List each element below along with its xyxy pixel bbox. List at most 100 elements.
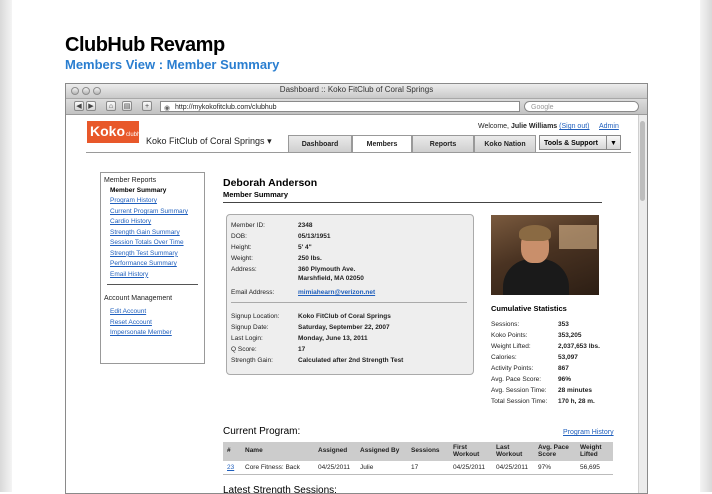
forward-icon[interactable]: ▶ xyxy=(86,101,96,111)
col-header: Name xyxy=(245,447,263,454)
field-value: 05/13/1951 xyxy=(298,233,331,240)
admin-link[interactable]: Admin xyxy=(599,123,619,130)
field-label: Signup Location: xyxy=(231,313,280,320)
stat-value: 170 h, 28 m. xyxy=(558,398,595,405)
browser-titlebar: Dashboard :: Koko FitClub of Coral Sprin… xyxy=(66,84,647,99)
tab-divider xyxy=(86,152,631,153)
field-label: Height: xyxy=(231,244,252,251)
field-last-login: Last Login: Monday, June 13, 2011 xyxy=(231,335,368,342)
stat-value: 353,205 xyxy=(558,332,582,339)
document-title: ClubHub Revamp xyxy=(65,34,225,56)
field-dob: DOB: 05/13/1951 xyxy=(231,233,331,240)
table-cell: Julie xyxy=(360,464,374,471)
tab-dashboard[interactable]: Dashboard xyxy=(288,135,352,152)
field-strength-gain: Strength Gain: Calculated after 2nd Stren… xyxy=(231,357,403,364)
sidebar: Member Reports Member Summary Program Hi… xyxy=(100,172,205,364)
tab-members[interactable]: Members xyxy=(352,135,412,153)
table-cell: 97% xyxy=(538,464,552,471)
url-bar[interactable]: ◉ http://mykokofitclub.com/clubhub xyxy=(160,101,520,112)
sidebar-item-member-summary[interactable]: Member Summary xyxy=(110,187,204,194)
stat-label: Avg. Pace Score: xyxy=(491,376,542,383)
sidebar-divider xyxy=(107,284,198,286)
document-subtitle: Members View : Member Summary xyxy=(65,57,280,72)
sign-out-link[interactable]: (Sign out) xyxy=(559,123,589,130)
col-header: Assigned By xyxy=(360,447,400,454)
window-title: Dashboard :: Koko FitClub of Coral Sprin… xyxy=(279,85,434,94)
browser-toolbar: ◀ ▶ ⌂ ▤ + ◉ http://mykokofitclub.com/clu… xyxy=(66,99,647,115)
program-history-link[interactable]: Program History xyxy=(563,429,614,436)
caret-down-icon: ▾ xyxy=(267,136,272,146)
sidebar-item-cardio-history[interactable]: Cardio History xyxy=(110,218,204,225)
club-selector[interactable]: Koko FitClub of Coral Springs ▾ xyxy=(146,136,272,147)
tools-support-dropdown[interactable]: Tools & Support ▼ xyxy=(539,135,621,150)
field-label: Signup Date: xyxy=(231,324,269,331)
field-weight: Weight: 250 lbs. xyxy=(231,255,322,262)
field-label: Last Login: xyxy=(231,335,263,342)
field-label: Q Score: xyxy=(231,346,257,353)
latest-strength-sessions-title: Latest Strength Sessions: xyxy=(223,485,337,494)
current-program-table: # Name Assigned Assigned By Sessions Fir… xyxy=(223,442,613,475)
stat-avg-session-time: Avg. Session Time: 28 minutes xyxy=(491,387,592,394)
sidebar-item-session-totals[interactable]: Session Totals Over Time xyxy=(110,239,204,246)
tab-reports[interactable]: Reports xyxy=(412,135,474,152)
sidebar-item-edit-account[interactable]: Edit Account xyxy=(110,308,204,315)
sidebar-item-reset-account[interactable]: Reset Account xyxy=(110,319,204,326)
back-icon[interactable]: ◀ xyxy=(74,101,84,111)
member-reports-heading: Member Reports xyxy=(104,177,157,184)
stat-weight-lifted: Weight Lifted: 2,037,653 lbs. xyxy=(491,343,600,350)
welcome-prefix: Welcome, xyxy=(478,123,509,130)
stat-koko-points: Koko Points: 353,205 xyxy=(491,332,582,339)
field-value: 5' 4" xyxy=(298,244,312,251)
email-link[interactable]: mimiahearn@verizon.net xyxy=(298,289,375,296)
sidebar-item-performance-summary[interactable]: Performance Summary xyxy=(110,260,204,267)
stat-value: 96% xyxy=(558,376,572,383)
tools-label: Tools & Support xyxy=(544,140,598,147)
field-value-line2: Marshfield, MA 02050 xyxy=(298,275,364,282)
table-cell: 17 xyxy=(411,464,419,471)
sidebar-item-strength-gain-summary[interactable]: Strength Gain Summary xyxy=(110,229,204,236)
member-divider xyxy=(223,202,602,203)
field-signup-location: Signup Location: Koko FitClub of Coral Sp… xyxy=(231,313,391,320)
sidebar-item-impersonate-member[interactable]: Impersonate Member xyxy=(110,329,204,336)
scrollbar-thumb[interactable] xyxy=(640,121,645,201)
vertical-scrollbar[interactable] xyxy=(638,115,647,493)
member-section-title: Member Summary xyxy=(223,190,289,199)
sidebar-item-program-history[interactable]: Program History xyxy=(110,197,204,204)
member-name: Deborah Anderson xyxy=(223,177,318,189)
member-info-panel: Member ID: 2348 DOB: 05/13/1951 Height: 5' … xyxy=(226,214,474,375)
tab-koko-nation[interactable]: Koko Nation xyxy=(474,135,536,152)
field-label: Member ID: xyxy=(231,222,265,229)
club-name: Koko FitClub of Coral Springs xyxy=(146,136,265,146)
table-cell: 04/25/2011 xyxy=(496,464,529,471)
table-header: # Name Assigned Assigned By Sessions Fir… xyxy=(223,442,613,461)
logo-sub: clubhub xyxy=(126,132,148,138)
stat-label: Weight Lifted: xyxy=(491,343,531,350)
stat-avg-pace: Avg. Pace Score: 96% xyxy=(491,376,571,383)
url-text: http://mykokofitclub.com/clubhub xyxy=(175,104,277,111)
field-value: 17 xyxy=(298,346,306,353)
field-signup-date: Signup Date: Saturday, September 22, 2007 xyxy=(231,324,390,331)
field-value: Koko FitClub of Coral Springs xyxy=(298,313,391,320)
program-id-link[interactable]: 23 xyxy=(227,464,234,471)
page-content: Kokoclubhub Koko FitClub of Coral Spring… xyxy=(66,115,647,493)
col-header: Avg. Pace Score xyxy=(538,444,569,459)
stat-value: 353 xyxy=(558,321,569,328)
print-icon[interactable]: ▤ xyxy=(122,101,132,111)
col-header: Weight Lifted xyxy=(580,444,602,459)
stat-label: Avg. Session Time: xyxy=(491,387,547,394)
sidebar-item-current-program-summary[interactable]: Current Program Summary xyxy=(110,208,204,215)
welcome-bar: Welcome, Julie Williams (Sign out) xyxy=(478,123,590,130)
field-height: Height: 5' 4" xyxy=(231,244,312,251)
koko-logo[interactable]: Kokoclubhub xyxy=(87,121,147,143)
stat-value: 53,097 xyxy=(558,354,578,361)
stat-label: Koko Points: xyxy=(491,332,528,339)
stat-label: Calories: xyxy=(491,354,517,361)
field-value: Monday, June 13, 2011 xyxy=(298,335,368,342)
home-icon[interactable]: ⌂ xyxy=(106,101,116,111)
add-bookmark-icon[interactable]: + xyxy=(142,101,152,111)
stat-activity-points: Activity Points: 867 xyxy=(491,365,569,372)
search-input[interactable]: Google xyxy=(524,101,639,112)
sidebar-item-email-history[interactable]: Email History xyxy=(110,271,204,278)
sidebar-item-strength-test-summary[interactable]: Strength Test Summary xyxy=(110,250,204,257)
table-cell: Core Fitness: Back xyxy=(245,464,300,471)
